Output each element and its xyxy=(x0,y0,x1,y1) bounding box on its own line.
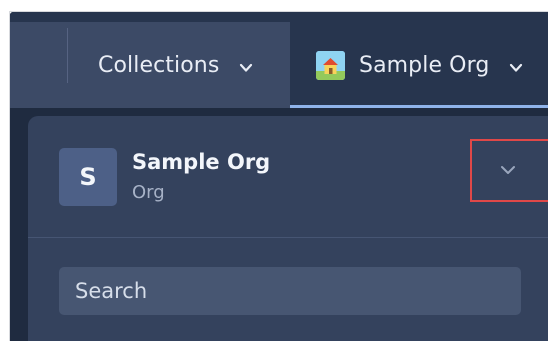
org-avatar: S xyxy=(59,148,117,206)
app-window: Collections Sample Org S Sample Org Org … xyxy=(10,12,548,341)
collections-menu-button[interactable]: Collections xyxy=(98,22,253,108)
active-tab-underline xyxy=(290,105,548,108)
collections-label: Collections xyxy=(98,52,220,78)
chevron-down-icon xyxy=(501,166,515,174)
org-type: Org xyxy=(132,182,165,203)
org-name: Sample Org xyxy=(132,150,271,174)
nav-divider xyxy=(67,28,68,83)
org-switcher-button[interactable]: Sample Org xyxy=(316,22,523,108)
house-icon xyxy=(316,50,345,80)
collapse-chevron-button[interactable] xyxy=(498,160,518,180)
org-dropdown-panel: S Sample Org Org xyxy=(28,116,548,341)
top-navigation-bar: Collections Sample Org xyxy=(10,12,548,108)
org-switcher-label: Sample Org xyxy=(359,52,490,78)
chevron-down-icon xyxy=(509,56,523,72)
panel-divider xyxy=(28,237,548,238)
search-input[interactable] xyxy=(59,267,521,315)
chevron-down-icon xyxy=(239,56,253,72)
